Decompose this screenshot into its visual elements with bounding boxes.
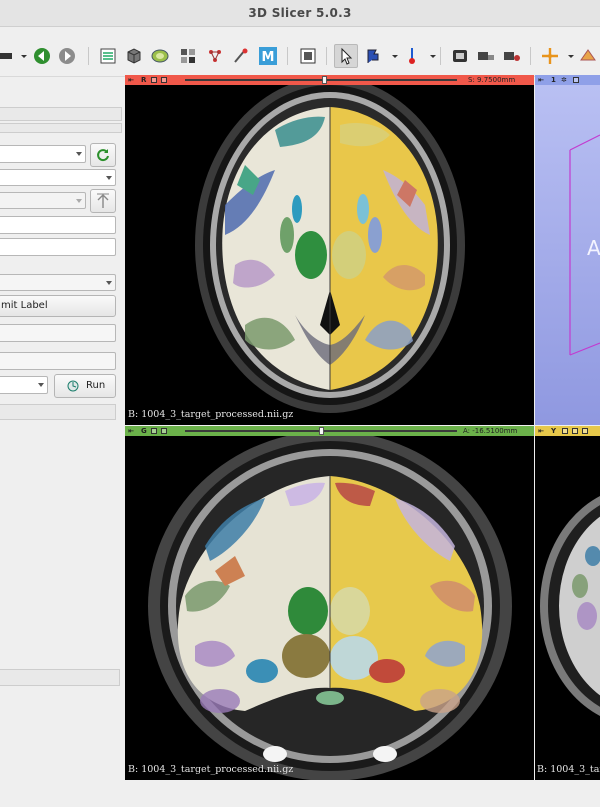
chevron-down-icon[interactable] [385,46,398,66]
run-label: Run [86,380,106,391]
edit-label-button[interactable]: mit Label [0,295,116,317]
main-toolbar: M [0,27,600,77]
section-header[interactable] [0,669,120,686]
label-selector[interactable] [0,274,116,291]
text-field[interactable] [0,352,116,370]
data-icon[interactable] [98,46,118,66]
upload-button[interactable] [90,189,116,213]
section-header[interactable] [0,123,122,133]
svg-text:A: A [587,236,600,260]
view-letter: R [141,76,147,84]
sagittal-brain-image: B: 1004_3_tar [535,436,600,780]
edit-label-text: mit Label [1,300,48,311]
markups-icon[interactable] [231,46,251,66]
chevron-down-icon[interactable] [14,46,27,66]
axial-brain-image: B: 1004_3_target_processed.nii.gz [125,85,534,425]
yellow-slice-controller: ⇤ Y [535,426,600,436]
master-volume-selector[interactable] [0,145,86,163]
pointer-icon[interactable] [334,44,358,68]
models-icon[interactable] [150,46,170,66]
slice-offset-slider[interactable] [185,79,457,81]
volume-icon[interactable] [124,46,144,66]
view-icon[interactable] [476,46,496,66]
slice-offset-value: A: -16.5100mm [463,427,518,435]
run-icon [67,380,79,392]
transforms-icon[interactable] [205,46,225,66]
red-slice-view[interactable]: ⇤ R S: 9.7500mm B: 1004_3_target_process… [125,75,534,425]
segmentation-selector[interactable] [0,169,116,186]
text-field[interactable] [0,216,116,234]
3d-render: A [535,85,600,425]
view-label: 1 [551,76,556,84]
forward-icon[interactable] [57,46,77,66]
slider-handle[interactable] [322,76,327,84]
refresh-button[interactable] [90,143,116,167]
run-button[interactable]: Run [54,374,116,398]
pin-icon[interactable]: ⇤ [128,75,134,85]
view-letter: Y [551,427,557,435]
markup-place-icon[interactable] [364,46,384,66]
link-icon[interactable] [151,428,157,434]
window-icon[interactable] [161,77,167,83]
pin-icon[interactable]: ⇤ [538,426,544,436]
module-panel: mit Label Run [0,77,125,807]
window-icon[interactable] [572,428,578,434]
slicer-window: 3D Slicer 5.0.3 M mit Label Run ⇤ R S: 9… [0,0,600,807]
crosshair-icon[interactable] [540,46,560,66]
status-bar [0,780,600,807]
section-header[interactable] [0,404,116,420]
extra-icon[interactable] [578,46,598,66]
link-icon[interactable] [562,428,568,434]
scene-icon[interactable] [502,46,522,66]
green-slice-view[interactable]: ⇤ G A: -16.5100mm B: 1004_3_target_proce… [125,426,534,780]
3d-view-controller: ⇤ 1 ✲ [535,75,600,85]
gear-icon[interactable]: ✲ [561,75,567,85]
volume-filename: B: 1004_3_target_processed.nii.gz [128,764,293,775]
coronal-brain-image: B: 1004_3_target_processed.nii.gz [125,436,534,780]
arrow-up-icon [97,193,109,208]
chevron-down-icon[interactable] [561,46,574,66]
3d-view[interactable]: ⇤ 1 ✲ A [535,75,600,425]
pin-icon[interactable]: ⇤ [538,75,544,85]
m-module-icon[interactable]: M [258,46,278,66]
volume-filename: B: 1004_3_tar [537,764,600,775]
segment-icon[interactable] [178,46,198,66]
green-slice-controller: ⇤ G A: -16.5100mm [125,426,534,436]
slice-offset-value: S: 9.7500mm [468,76,516,84]
red-slice-controller: ⇤ R S: 9.7500mm [125,75,534,85]
model-selector[interactable] [0,376,48,394]
screenshot-icon[interactable] [298,46,318,66]
text-field[interactable] [0,324,116,342]
svg-text:M: M [262,50,275,65]
capture-icon[interactable] [450,46,470,66]
refresh-icon [97,149,109,162]
volume-filename: B: 1004_3_target_processed.nii.gz [128,409,293,420]
link-icon[interactable] [151,77,157,83]
yellow-slice-view[interactable]: ⇤ Y B: 1004_3_tar [535,426,600,780]
layout-icon[interactable] [0,46,14,66]
fiducial-icon[interactable] [402,46,422,66]
title-bar: 3D Slicer 5.0.3 [0,0,600,27]
window-icon[interactable] [161,428,167,434]
section-header[interactable] [0,107,122,121]
chevron-down-icon[interactable] [423,46,436,66]
view-letter: G [141,427,147,435]
window-title: 3D Slicer 5.0.3 [248,6,352,20]
source-volume-selector[interactable] [0,192,86,209]
back-icon[interactable] [32,46,52,66]
window-icon[interactable] [582,428,588,434]
slider-handle[interactable] [319,427,324,435]
window-icon[interactable] [573,77,579,83]
text-field[interactable] [0,238,116,256]
pin-icon[interactable]: ⇤ [128,426,134,436]
